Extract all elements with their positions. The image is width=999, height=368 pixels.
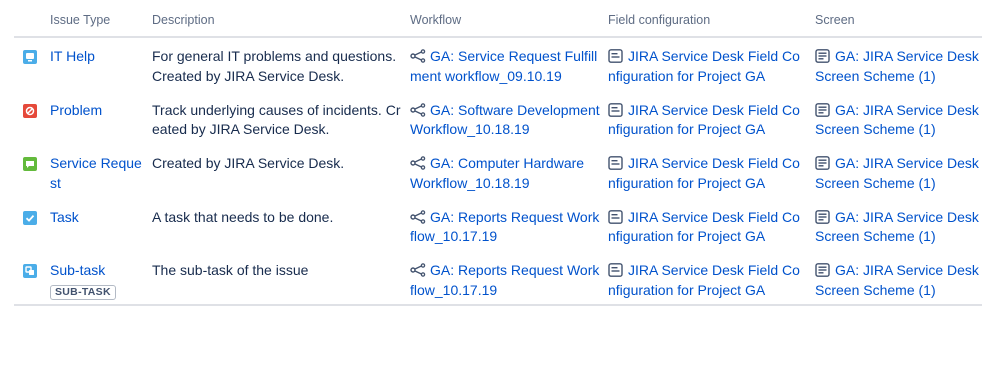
header-screen: Screen bbox=[815, 13, 855, 27]
workflow-icon bbox=[410, 210, 426, 224]
field-configuration-link[interactable]: JIRA Service Desk Field Configuration fo… bbox=[608, 48, 800, 84]
workflow-link[interactable]: GA: Software Development Workflow_10.18.… bbox=[410, 102, 600, 138]
screen-scheme-icon bbox=[815, 49, 831, 63]
workflow-icon bbox=[410, 263, 426, 278]
screen-scheme-icon bbox=[815, 156, 831, 171]
table-row: Sub-task SUB-TASK The sub-task of the is… bbox=[14, 252, 982, 306]
issue-type-link[interactable]: IT Help bbox=[50, 48, 95, 64]
sub-task-icon bbox=[23, 264, 37, 279]
sub-task-badge: SUB-TASK bbox=[50, 284, 116, 300]
description-text: A task that needs to be done. bbox=[152, 208, 334, 225]
screen-link[interactable]: GA: JIRA Service Desk Screen Scheme (1) bbox=[815, 102, 979, 138]
workflow-icon bbox=[410, 102, 426, 117]
field-configuration-icon bbox=[608, 49, 624, 63]
it-help-icon bbox=[23, 50, 37, 64]
table-row: IT Help For general IT problems and ques… bbox=[14, 38, 982, 92]
table-row: Task A task that needs to be done. GA: R… bbox=[14, 199, 982, 253]
issue-type-link[interactable]: Task bbox=[50, 209, 79, 225]
header-field-configuration: Field configuration bbox=[608, 13, 711, 27]
screen-scheme-icon bbox=[815, 263, 831, 278]
field-configuration-icon bbox=[608, 102, 624, 117]
header-issue-type: Issue Type bbox=[50, 13, 111, 27]
screen-scheme-icon bbox=[815, 209, 831, 224]
table-header: Issue Type Description Workflow Field co… bbox=[14, 0, 982, 38]
workflow-link[interactable]: GA: Reports Request Workflow_10.17.19 bbox=[410, 209, 599, 245]
table-row: Service Request Created by JIRA Service … bbox=[14, 145, 982, 199]
description-text: For general IT problems and questions. C… bbox=[152, 48, 397, 84]
header-workflow: Workflow bbox=[410, 13, 462, 27]
issue-type-scheme-table: Issue Type Description Workflow Field co… bbox=[14, 0, 982, 306]
field-configuration-link[interactable]: JIRA Service Desk Field Configuration fo… bbox=[608, 102, 800, 138]
table-row: Problem Track underlying causes of incid… bbox=[14, 92, 982, 146]
description-text: Track underlying causes of incidents. Cr… bbox=[152, 101, 401, 138]
screen-link[interactable]: GA: JIRA Service Desk Screen Scheme (1) bbox=[815, 209, 979, 245]
description-text: Created by JIRA Service Desk. bbox=[152, 155, 345, 172]
field-configuration-link[interactable]: JIRA Service Desk Field Configuration fo… bbox=[608, 209, 800, 245]
field-configuration-icon bbox=[608, 263, 624, 278]
screen-link[interactable]: GA: JIRA Service Desk Screen Scheme (1) bbox=[815, 48, 979, 84]
field-configuration-link[interactable]: JIRA Service Desk Field Configuration fo… bbox=[608, 262, 800, 298]
service-request-icon bbox=[23, 157, 37, 172]
screen-link[interactable]: GA: JIRA Service Desk Screen Scheme (1) bbox=[815, 262, 979, 298]
workflow-icon bbox=[410, 49, 426, 63]
field-configuration-icon bbox=[608, 209, 624, 224]
field-configuration-link[interactable]: JIRA Service Desk Field Configuration fo… bbox=[608, 155, 800, 191]
table-bottom-border bbox=[14, 304, 982, 306]
screen-link[interactable]: GA: JIRA Service Desk Screen Scheme (1) bbox=[815, 155, 979, 191]
field-configuration-icon bbox=[608, 156, 624, 171]
workflow-link[interactable]: GA: Computer Hardware Workflow_10.18.19 bbox=[410, 155, 584, 191]
description-text: The sub-task of the issue bbox=[152, 262, 309, 279]
issue-type-link[interactable]: Sub-task bbox=[50, 262, 105, 278]
issue-type-link[interactable]: Service Request bbox=[50, 155, 142, 191]
header-description: Description bbox=[152, 13, 215, 27]
issue-type-link[interactable]: Problem bbox=[50, 102, 102, 118]
workflow-link[interactable]: GA: Service Request Fulfillment workflow… bbox=[410, 48, 597, 84]
task-icon bbox=[23, 210, 37, 225]
screen-scheme-icon bbox=[815, 102, 831, 117]
problem-icon bbox=[23, 103, 37, 118]
workflow-icon bbox=[410, 156, 426, 170]
workflow-link[interactable]: GA: Reports Request Workflow_10.17.19 bbox=[410, 262, 599, 298]
